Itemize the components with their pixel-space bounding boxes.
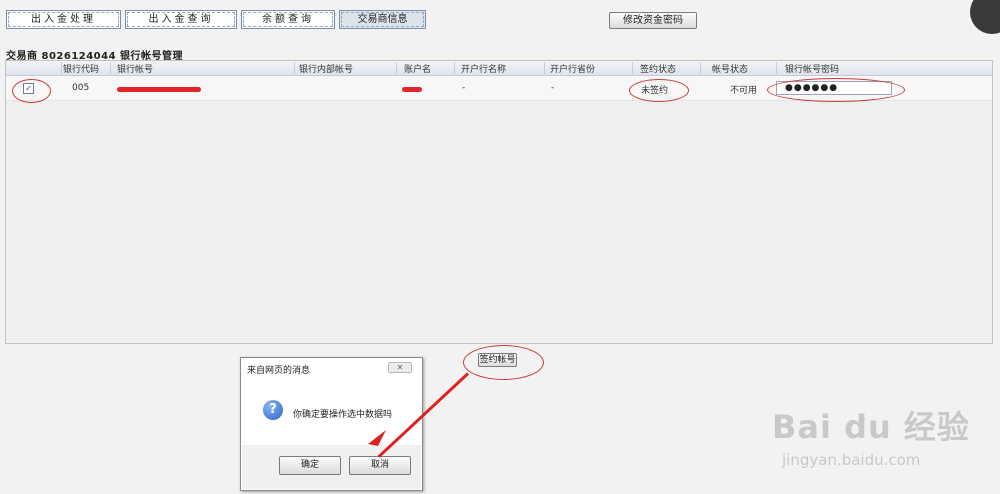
- table-header: 银行代码 银行帐号 银行内部帐号 账户名 开户行名称 开户行省份 签约状态 帐号…: [6, 61, 992, 76]
- col-bank-account: 银行帐号: [117, 65, 154, 75]
- redacted-bank-account: [117, 87, 201, 92]
- cell-account-status: 不可用: [730, 86, 758, 96]
- dialog-footer: 确定 取消: [242, 445, 421, 489]
- tab-deposit-query[interactable]: 出入金查询: [125, 10, 237, 29]
- col-bank-code: 银行代码: [63, 65, 100, 75]
- col-bank-province: 开户行省份: [550, 65, 596, 75]
- cell-bank-code: 005: [72, 83, 90, 93]
- corner-badge: [970, 0, 1000, 34]
- sign-account-button[interactable]: 签约帐号: [478, 353, 517, 367]
- tab-deposit-withdraw[interactable]: 出入金处理: [6, 10, 121, 29]
- row-checkbox[interactable]: ✓: [23, 83, 34, 94]
- col-bank-account-password: 银行帐号密码: [785, 65, 840, 75]
- col-bank-internal-account: 银行内部帐号: [299, 65, 354, 75]
- confirm-dialog: 来自网页的消息 ✕ ? 你确定要操作选中数据吗 确定 取消: [240, 357, 423, 491]
- table-row[interactable]: ✓ 005 - - 未签约 不可用 ●●●●●●: [6, 76, 992, 101]
- col-account-name: 账户名: [404, 65, 432, 75]
- question-icon: ?: [263, 400, 283, 420]
- annotation-arrow-head: [368, 430, 386, 446]
- ok-button[interactable]: 确定: [279, 456, 341, 475]
- col-sign-status: 签约状态: [640, 65, 677, 75]
- cell-sign-status: 未签约: [641, 86, 669, 96]
- bank-account-table: 银行代码 银行帐号 银行内部帐号 账户名 开户行名称 开户行省份 签约状态 帐号…: [5, 60, 993, 344]
- dialog-title: 来自网页的消息: [247, 366, 311, 376]
- watermark-url: jingyan.baidu.com: [782, 451, 921, 469]
- cell-bank-branch-name: -: [462, 83, 466, 93]
- cancel-button[interactable]: 取消: [349, 456, 411, 475]
- col-account-status: 帐号状态: [712, 65, 749, 75]
- col-bank-branch-name: 开户行名称: [461, 65, 507, 75]
- cell-bank-province: -: [551, 83, 555, 93]
- tab-trader-info[interactable]: 交易商信息: [339, 10, 426, 29]
- dialog-message: 你确定要操作选中数据吗: [293, 410, 393, 420]
- change-fund-password-button[interactable]: 修改资金密码: [609, 12, 697, 29]
- bank-password-input[interactable]: ●●●●●●: [776, 81, 892, 95]
- tab-balance-query[interactable]: 余额查询: [241, 10, 335, 29]
- close-icon[interactable]: ✕: [388, 362, 412, 373]
- watermark-logo: Bai du 经验: [772, 408, 970, 446]
- redacted-account-name: [402, 87, 422, 92]
